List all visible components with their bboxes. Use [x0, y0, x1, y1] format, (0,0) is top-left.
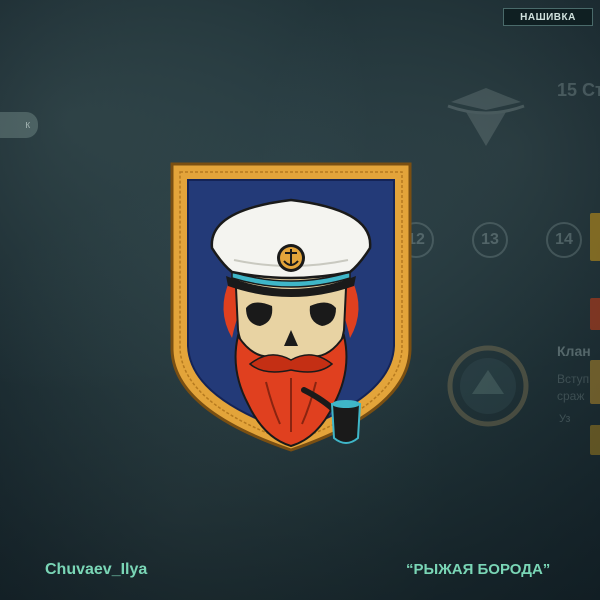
rank-title: 15 Ст [557, 80, 600, 100]
background-back-button: к [0, 112, 38, 138]
clan-text-line-1: Вступ [557, 372, 590, 386]
captain-skull-emblem [170, 162, 412, 452]
patch-tag-button[interactable]: НАШИВКА [503, 8, 593, 26]
rank-emblem-icon [447, 88, 525, 146]
clan-text-line-2: сраж [557, 389, 585, 403]
level-14: 14 [546, 222, 582, 258]
side-accent-top [590, 213, 600, 261]
patch-name: “РЫЖАЯ БОРОДА” [406, 561, 551, 578]
clan-link: Уз [559, 413, 571, 425]
clan-medal-icon [447, 345, 529, 427]
author-name: Chuvaev_Ilya [45, 561, 148, 578]
clan-title: Клан [557, 343, 591, 359]
captain-skull-patch [168, 160, 414, 454]
anchor-icon [277, 244, 305, 272]
side-accent-bottom [590, 425, 600, 455]
side-accent-lower [590, 360, 600, 404]
side-accent-middle [590, 298, 600, 330]
level-13: 13 [472, 222, 508, 258]
